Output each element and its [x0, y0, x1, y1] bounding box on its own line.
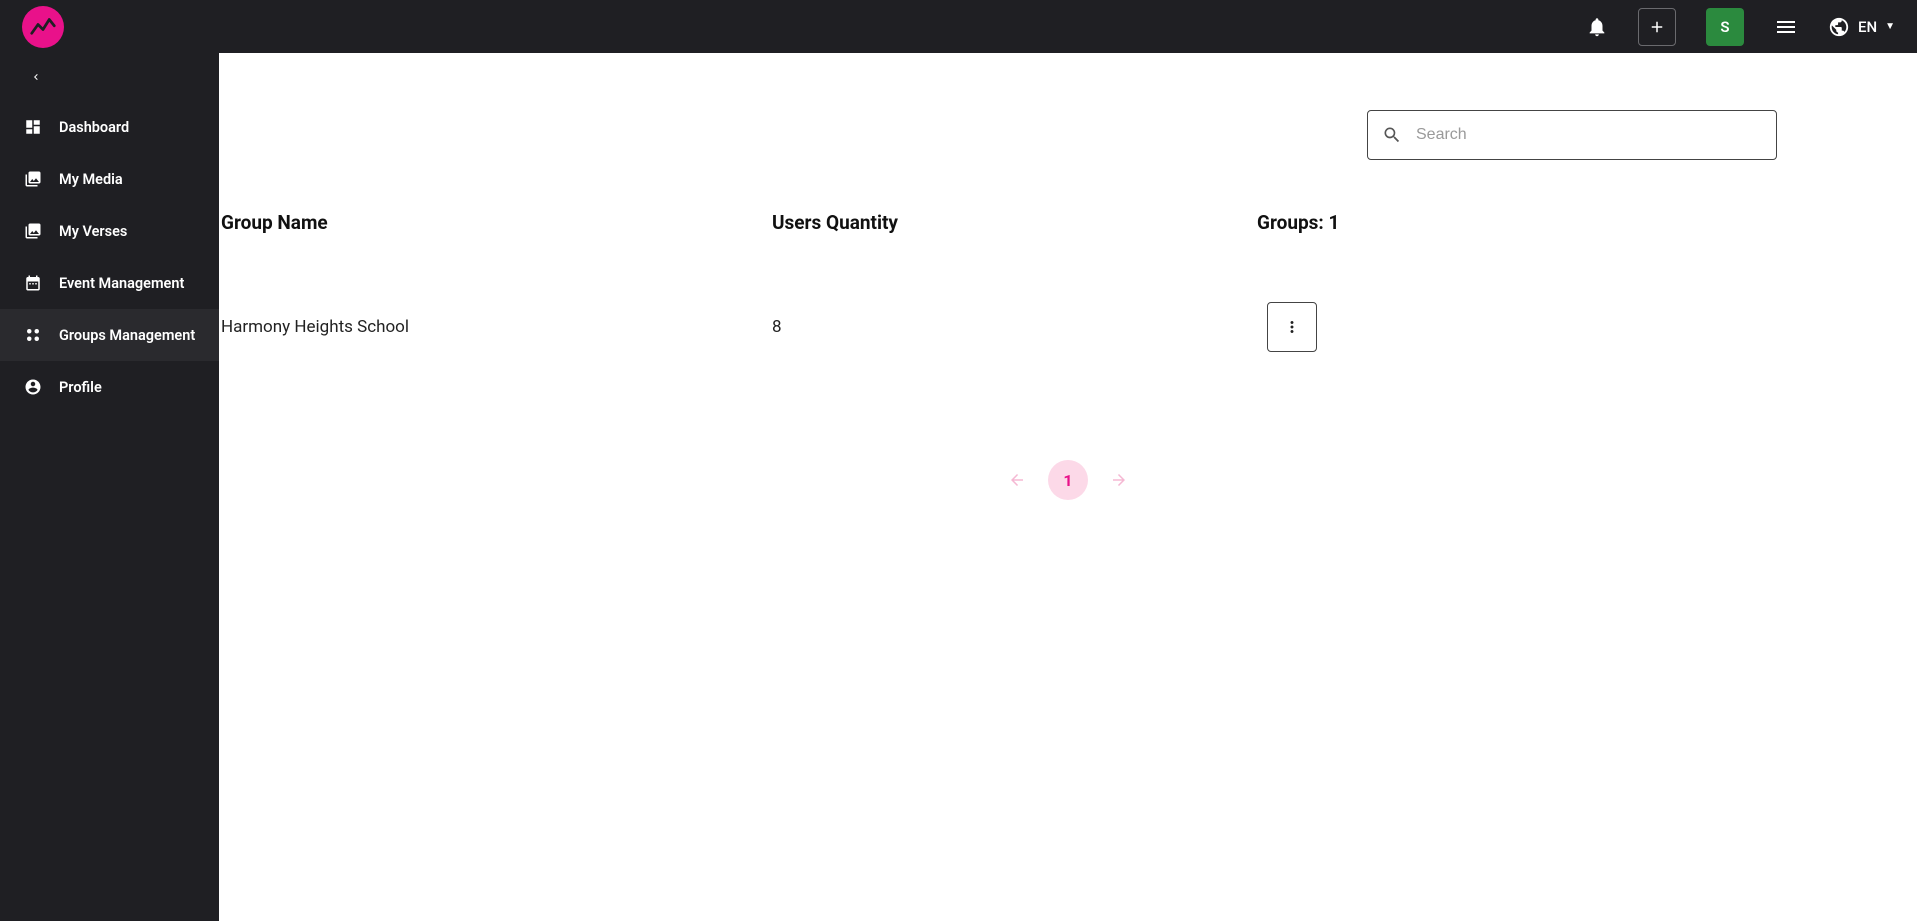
app-logo[interactable] — [22, 6, 64, 48]
groups-count-label: Groups: 1 — [1257, 211, 1917, 234]
sidebar-item-my-media[interactable]: My Media — [0, 153, 219, 205]
media-icon — [23, 170, 43, 188]
main-content: Group Name Users Quantity Groups: 1 Harm… — [219, 53, 1917, 921]
page-number-label: 1 — [1063, 471, 1072, 490]
user-avatar[interactable]: S — [1706, 8, 1744, 46]
column-header-users-quantity: Users Quantity — [772, 211, 1257, 234]
sidebar-item-groups-management[interactable]: Groups Management — [0, 309, 219, 361]
chevron-left-icon — [30, 71, 42, 83]
profile-icon — [23, 378, 43, 396]
cell-group-name: Harmony Heights School — [219, 317, 772, 337]
pagination-next[interactable] — [1110, 471, 1128, 489]
row-actions-button[interactable] — [1267, 302, 1317, 352]
sidebar-item-event-management[interactable]: Event Management — [0, 257, 219, 309]
chevron-down-icon: ▼ — [1885, 21, 1895, 32]
arrow-left-icon — [1008, 471, 1026, 489]
menu-button[interactable] — [1774, 15, 1798, 39]
language-selector[interactable]: EN ▼ — [1828, 16, 1895, 38]
sidebar-item-profile[interactable]: Profile — [0, 361, 219, 413]
sidebar-item-label: Dashboard — [59, 119, 129, 136]
avatar-letter: S — [1720, 18, 1729, 36]
column-header-group-name: Group Name — [219, 211, 772, 234]
notifications-button[interactable] — [1586, 16, 1608, 38]
table-row: Harmony Heights School 8 — [219, 302, 1917, 352]
groups-icon — [23, 326, 43, 344]
pagination: 1 — [219, 460, 1917, 500]
verses-icon — [23, 222, 43, 240]
search-icon — [1382, 125, 1402, 145]
logo-chart-icon — [28, 12, 58, 42]
sidebar-item-dashboard[interactable]: Dashboard — [0, 101, 219, 153]
sidebar: Dashboard My Media My Verses Event Manag… — [0, 53, 219, 921]
sidebar-item-label: My Media — [59, 171, 123, 188]
sidebar-item-label: Profile — [59, 379, 102, 396]
table-header-row: Group Name Users Quantity Groups: 1 — [219, 211, 1917, 234]
search-box[interactable] — [1367, 110, 1777, 160]
dashboard-icon — [23, 118, 43, 136]
globe-icon — [1828, 16, 1850, 38]
sidebar-item-my-verses[interactable]: My Verses — [0, 205, 219, 257]
search-input[interactable] — [1416, 126, 1762, 144]
sidebar-item-label: My Verses — [59, 223, 127, 240]
cell-users-quantity: 8 — [772, 317, 1247, 337]
app-header: S EN ▼ — [0, 0, 1917, 53]
arrow-right-icon — [1110, 471, 1128, 489]
pagination-page-1[interactable]: 1 — [1048, 460, 1088, 500]
calendar-icon — [23, 274, 43, 292]
add-button[interactable] — [1638, 8, 1676, 46]
sidebar-item-label: Groups Management — [59, 327, 195, 344]
bell-icon — [1586, 16, 1608, 38]
pagination-prev[interactable] — [1008, 471, 1026, 489]
sidebar-item-label: Event Management — [59, 275, 184, 292]
hamburger-icon — [1774, 15, 1798, 39]
language-label: EN — [1858, 18, 1877, 36]
plus-icon — [1648, 18, 1666, 36]
more-vertical-icon — [1283, 318, 1301, 336]
sidebar-collapse-button[interactable] — [0, 67, 219, 87]
